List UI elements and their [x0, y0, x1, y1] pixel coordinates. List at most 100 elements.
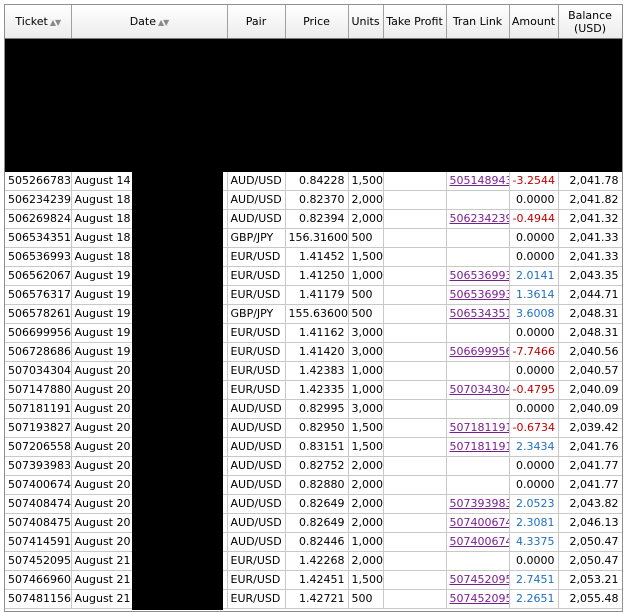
table-row[interactable]: 506269824 August 18 0 AUD/USD 0.82394 2,000 5…	[5, 209, 622, 229]
balance-cell: 2,041.77	[558, 475, 622, 495]
amount-cell: 2.0141	[509, 266, 559, 286]
table-row[interactable]: 506699956 August 19 0 EUR/USD 1.41162 3,000 0…	[5, 323, 622, 343]
price-cell: 156.31600	[285, 228, 349, 248]
tran-link[interactable]: 506536993	[450, 288, 509, 301]
tran-link[interactable]: 507181191	[450, 421, 509, 434]
tran-link[interactable]: 506534351	[450, 307, 509, 320]
table-row[interactable]: 507408474 August 20 2 AUD/USD 0.82649 2,000 5…	[5, 494, 622, 514]
pair-cell: AUD/USD	[227, 190, 286, 210]
transactions-body: 505266783 August 14 0 AUD/USD 0.84228 1,500 5…	[5, 38, 622, 609]
tran-link[interactable]: 505148943	[450, 174, 509, 187]
price-cell: 155.63600	[285, 304, 349, 324]
tran-link-cell	[446, 456, 510, 476]
tran-link[interactable]: 506234239	[450, 212, 509, 225]
table-row[interactable]: 506534351 August 18 2 GBP/JPY 156.31600 500 0…	[5, 228, 622, 248]
table-row[interactable]: 507206558 August 20 1 AUD/USD 0.83151 1,500 5…	[5, 437, 622, 457]
table-row[interactable]: 507400674 August 20 2 AUD/USD 0.82880 2,000 0…	[5, 475, 622, 495]
table-row[interactable]: 506576317 August 19 0 EUR/USD 1.41179 500 506…	[5, 285, 622, 305]
amount-cell: 1.3614	[509, 285, 559, 305]
take-profit-cell	[383, 570, 447, 590]
balance-cell: 2,041.78	[558, 171, 622, 191]
pair-cell: EUR/USD	[227, 323, 286, 343]
tran-link[interactable]: 507181191	[450, 440, 509, 453]
tran-link-cell: 506534351	[446, 304, 510, 324]
tran-link[interactable]: 507393983	[450, 497, 509, 510]
balance-cell: 2,040.09	[558, 399, 622, 419]
table-row[interactable]: 507393983 August 20 2 AUD/USD 0.82752 2,000 0…	[5, 456, 622, 476]
units-cell: 2,000	[348, 456, 384, 476]
balance-cell: 2,041.33	[558, 228, 622, 248]
col-header-balance[interactable]: Balance (USD)	[558, 5, 622, 39]
table-row[interactable]: 507481156 August 21 0 EUR/USD 1.42721 500 507…	[5, 589, 622, 609]
tran-link[interactable]: 506699956	[450, 345, 509, 358]
table-row[interactable]: 507414591 August 20 2 AUD/USD 0.82446 1,000 5…	[5, 532, 622, 552]
tran-link-cell: 507034304	[446, 380, 510, 400]
price-cell: 0.84228	[285, 171, 349, 191]
price-cell: 1.41162	[285, 323, 349, 343]
units-cell: 2,000	[348, 209, 384, 229]
amount-cell: 0.0000	[509, 551, 559, 571]
sort-arrows-icon[interactable]: ▲▼	[158, 18, 169, 27]
pair-cell: EUR/USD	[227, 342, 286, 362]
units-cell: 3,000	[348, 323, 384, 343]
units-cell: 1,000	[348, 266, 384, 286]
tran-link[interactable]: 507034304	[450, 383, 509, 396]
table-row[interactable]: 507147880 August 20 0 EUR/USD 1.42335 1,000 5…	[5, 380, 622, 400]
amount-cell: 0.0000	[509, 456, 559, 476]
pair-cell: EUR/USD	[227, 570, 286, 590]
col-header-tran-link[interactable]: Tran Link	[446, 5, 510, 39]
balance-cell: 2,043.35	[558, 266, 622, 286]
amount-cell: 0.0000	[509, 323, 559, 343]
units-cell: 500	[348, 589, 384, 609]
table-row[interactable]: 506728686 August 19 0 EUR/USD 1.41420 3,000 5…	[5, 342, 622, 362]
units-cell: 2,000	[348, 475, 384, 495]
col-header-amount[interactable]: Amount	[509, 5, 559, 39]
col-header-take-profit[interactable]: Take Profit	[383, 5, 447, 39]
ticket-cell: 507452095	[5, 551, 72, 571]
price-cell: 0.83151	[285, 437, 349, 457]
col-header-pair[interactable]: Pair	[227, 5, 286, 39]
table-row[interactable]: 505266783 August 14 0 AUD/USD 0.84228 1,500 5…	[5, 171, 622, 191]
sort-arrows-icon[interactable]: ▲▼	[50, 18, 61, 27]
table-row[interactable]: 507466960 August 21 0 EUR/USD 1.42451 1,500 5…	[5, 570, 622, 590]
transactions-table: Ticket ▲▼ Date ▲▼ Pair Price Units Take Pr…	[5, 5, 622, 609]
tran-link-cell: 507181191	[446, 437, 510, 457]
balance-cell: 2,050.47	[558, 551, 622, 571]
ticket-cell: 507393983	[5, 456, 72, 476]
table-row[interactable]: 507181191 August 20 1 AUD/USD 0.82995 3,000 0…	[5, 399, 622, 419]
tran-link[interactable]: 507400674	[450, 516, 509, 529]
balance-cell: 2,041.32	[558, 209, 622, 229]
tran-link-cell: 505148943	[446, 171, 510, 191]
col-header-units[interactable]: Units	[348, 5, 384, 39]
take-profit-cell	[383, 551, 447, 571]
price-cell: 1.42335	[285, 380, 349, 400]
tran-link[interactable]: 506536993	[450, 269, 509, 282]
table-row[interactable]: 507034304 August 20 0 EUR/USD 1.42383 1,000 0…	[5, 361, 622, 381]
tran-link[interactable]: 507400674	[450, 535, 509, 548]
table-row[interactable]: 507452095 August 21 0 EUR/USD 1.42268 2,000 0…	[5, 551, 622, 571]
tran-link-cell	[446, 323, 510, 343]
tran-link-cell	[446, 361, 510, 381]
table-row[interactable]: 507193827 August 20 1 AUD/USD 0.82950 1,500 5…	[5, 418, 622, 438]
pair-cell: AUD/USD	[227, 418, 286, 438]
price-cell: 0.82370	[285, 190, 349, 210]
table-row[interactable]: 507408475 August 20 2 AUD/USD 0.82649 2,000 5…	[5, 513, 622, 533]
take-profit-cell	[383, 532, 447, 552]
amount-cell: -3.2544	[509, 171, 559, 191]
price-cell: 1.42268	[285, 551, 349, 571]
tran-link[interactable]: 507452095	[450, 573, 509, 586]
ticket-cell: 506562067	[5, 266, 72, 286]
redaction-bar-date	[132, 39, 223, 610]
take-profit-cell	[383, 285, 447, 305]
price-cell: 0.82394	[285, 209, 349, 229]
col-header-ticket[interactable]: Ticket ▲▼	[5, 5, 72, 39]
table-row[interactable]: 506562067 August 19 0 EUR/USD 1.41250 1,000 5…	[5, 266, 622, 286]
ticket-cell: 506234239	[5, 190, 72, 210]
table-row[interactable]: 506578261 August 19 0 GBP/JPY 155.63600 500 5…	[5, 304, 622, 324]
col-header-price[interactable]: Price	[285, 5, 349, 39]
table-row[interactable]: 506234239 August 18 0 AUD/USD 0.82370 2,000 0…	[5, 190, 622, 210]
tran-link-cell: 507400674	[446, 513, 510, 533]
tran-link[interactable]: 507452095	[450, 592, 509, 605]
table-row[interactable]: 506536993 August 18 2 EUR/USD 1.41452 1,500 0…	[5, 247, 622, 267]
col-header-date[interactable]: Date ▲▼	[71, 5, 228, 39]
